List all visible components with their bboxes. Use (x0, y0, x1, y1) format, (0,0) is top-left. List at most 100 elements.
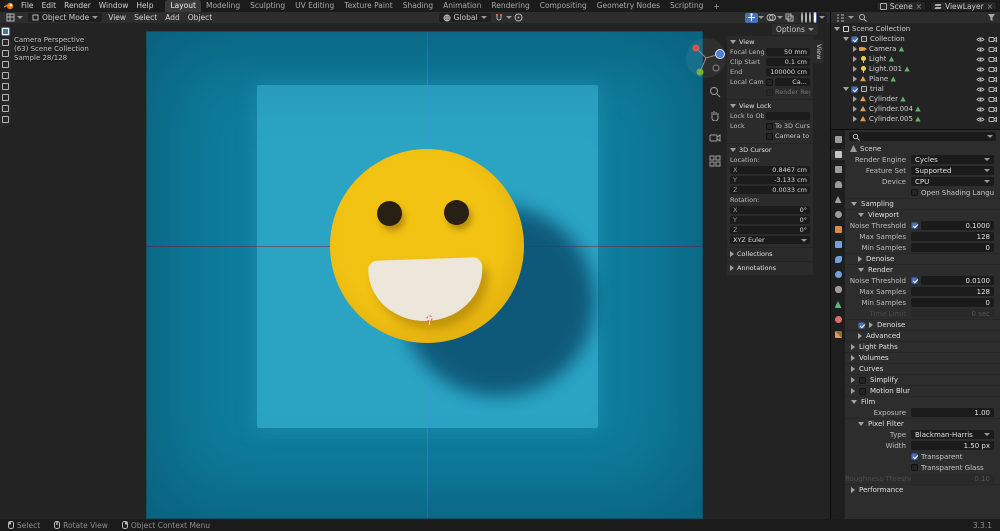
properties-section-header[interactable]: Light Paths (845, 341, 1000, 352)
cursor-rotation-field[interactable]: Y0° (730, 216, 810, 224)
navigation-gizmo[interactable] (684, 36, 728, 82)
expand-arrow-icon[interactable] (853, 66, 857, 72)
pan-hand-icon[interactable] (708, 108, 722, 122)
property-field[interactable]: Open Shading Language (921, 188, 994, 197)
overlays-toggle[interactable] (764, 13, 777, 23)
property-field[interactable]: Blackman-Harris (911, 430, 994, 439)
viewport-menu-item[interactable]: View (104, 12, 130, 24)
blender-logo-icon[interactable] (3, 1, 15, 11)
properties-section-header[interactable]: Simplify (845, 374, 1000, 385)
disable-render-camera-icon[interactable] (988, 106, 997, 113)
outliner-row[interactable]: Cylinder (831, 94, 1000, 104)
workspace-tab[interactable]: Modeling (201, 0, 245, 12)
properties-tab[interactable] (831, 329, 845, 340)
subsection-viewport[interactable]: Viewport (845, 209, 1000, 220)
property-field[interactable]: 1.50 px (911, 441, 994, 450)
workspace-tab[interactable]: Texture Paint (339, 0, 397, 12)
select-box-tool-icon[interactable] (1, 27, 10, 36)
properties-tab[interactable] (831, 224, 845, 235)
properties-tab[interactable] (831, 239, 845, 250)
scene-selector[interactable]: Scene × (876, 1, 926, 11)
transform-tool-icon[interactable] (1, 82, 10, 91)
viewport-3d[interactable]: Camera Perspective (63) Scene Collection… (0, 23, 830, 519)
property-field[interactable]: Transparent Glass (921, 463, 994, 472)
expand-arrow-icon[interactable] (853, 56, 857, 62)
properties-tab[interactable] (831, 269, 845, 280)
camera-to-view-checkbox[interactable] (766, 133, 773, 140)
viewport-options-button[interactable]: Options (772, 24, 818, 35)
cursor-rotation-field[interactable]: Z0° (730, 226, 810, 234)
expand-arrow-icon[interactable] (853, 116, 857, 122)
disable-render-camera-icon[interactable] (988, 76, 997, 83)
properties-tab[interactable] (831, 314, 845, 325)
scale-tool-icon[interactable] (1, 71, 10, 80)
outliner-editor-chevron[interactable] (848, 16, 854, 22)
rotation-order-dropdown[interactable]: XYZ Euler (730, 236, 810, 244)
cursor-location-field[interactable]: Y-3.133 cm (730, 176, 810, 184)
gizmo-toggle[interactable] (745, 13, 758, 23)
property-checkbox[interactable] (911, 189, 918, 196)
property-field[interactable]: 0.10 (911, 474, 994, 483)
topbar-menu-item[interactable]: Help (132, 0, 157, 12)
viewlayer-unlink-button[interactable]: × (987, 2, 993, 11)
outliner-row[interactable]: Cylinder.005 (831, 114, 1000, 124)
xray-toggle[interactable] (783, 13, 796, 23)
search-icon[interactable] (858, 13, 867, 22)
workspace-tab[interactable]: Sculpting (245, 0, 290, 12)
viewport-menu-item[interactable]: Select (130, 12, 161, 24)
ortho-grid-icon[interactable] (708, 154, 722, 168)
properties-tab[interactable] (831, 134, 845, 145)
properties-section-header[interactable]: Motion Blur (845, 385, 1000, 396)
npanel-view-header[interactable]: View (727, 36, 813, 47)
annotate-tool-icon[interactable] (1, 93, 10, 102)
number-field[interactable]: 50 mm (766, 48, 810, 56)
disable-render-camera-icon[interactable] (988, 66, 997, 73)
expand-arrow-icon[interactable] (853, 46, 857, 52)
properties-tab[interactable] (831, 299, 845, 310)
shading-solid-button[interactable] (805, 13, 807, 22)
outliner-editor-icon[interactable] (835, 13, 844, 22)
hide-viewport-eye-icon[interactable] (976, 36, 985, 43)
properties-search-input[interactable] (849, 132, 996, 141)
subsection-pixel-filter[interactable]: Pixel Filter (845, 418, 1000, 429)
move-tool-icon[interactable] (1, 49, 10, 58)
properties-tab[interactable] (831, 149, 845, 160)
collection-checkbox[interactable] (851, 36, 858, 43)
expand-arrow-icon[interactable] (853, 96, 857, 102)
axis-x-ball[interactable] (693, 45, 700, 52)
axis-neg-ball[interactable] (713, 65, 719, 71)
axis-z-ball[interactable] (716, 50, 725, 59)
workspace-tab[interactable]: Scripting (665, 0, 708, 12)
shading-wireframe-button[interactable] (801, 13, 803, 22)
outliner-row[interactable]: Scene Collection (831, 24, 1000, 34)
topbar-menu-item[interactable]: File (17, 0, 38, 12)
shading-material-button[interactable] (809, 13, 811, 22)
local-camera-field[interactable]: Ca... (775, 78, 810, 86)
transform-orientation-selector[interactable]: Global (439, 13, 491, 22)
subsection-advanced[interactable]: Advanced (845, 330, 1000, 341)
section-sampling[interactable]: Sampling (845, 198, 1000, 209)
lock-to-object-field[interactable] (766, 112, 810, 120)
outliner-row[interactable]: Camera (831, 44, 1000, 54)
workspace-tab[interactable]: Animation (438, 0, 486, 12)
snap-options-button[interactable] (506, 16, 512, 22)
disable-render-camera-icon[interactable] (988, 116, 997, 123)
scene-unlink-button[interactable]: × (916, 2, 922, 11)
hide-viewport-eye-icon[interactable] (976, 116, 985, 123)
property-field[interactable]: 128 (911, 232, 994, 241)
properties-tab[interactable] (831, 209, 845, 220)
property-field[interactable]: Transparent (921, 452, 994, 461)
property-field[interactable]: 0 (911, 298, 994, 307)
properties-tab[interactable] (831, 194, 845, 205)
property-checkbox[interactable] (911, 277, 918, 284)
outliner-row[interactable]: Light (831, 54, 1000, 64)
hide-viewport-eye-icon[interactable] (976, 96, 985, 103)
npanel-3d-cursor-header[interactable]: 3D Cursor (727, 144, 813, 155)
proportional-editing-toggle[interactable] (512, 13, 525, 23)
property-field[interactable]: 0.1000 (921, 221, 994, 230)
zoom-icon[interactable] (708, 85, 722, 99)
expand-arrow-icon[interactable] (853, 76, 857, 82)
property-field[interactable]: 1.00 (911, 408, 994, 417)
rotate-tool-icon[interactable] (1, 60, 10, 69)
property-field[interactable]: 0.0100 (921, 276, 994, 285)
